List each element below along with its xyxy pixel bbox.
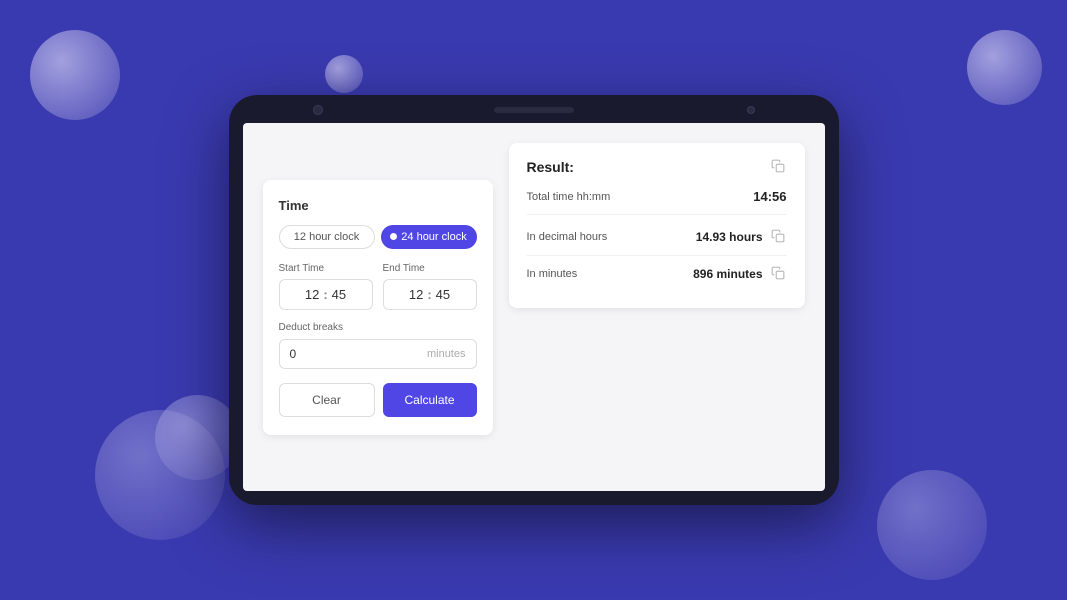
result-total-row: Total time hh:mm 14:56 — [527, 189, 787, 215]
deduct-value: 0 — [290, 347, 297, 361]
bg-decoration-3 — [967, 30, 1042, 105]
tablet-camera-right — [747, 106, 755, 114]
12-hour-clock-button[interactable]: 12 hour clock — [279, 225, 375, 249]
result-header: Result: — [527, 159, 787, 175]
deduct-unit: minutes — [427, 348, 466, 360]
end-time-label: End Time — [383, 263, 477, 274]
start-separator: : — [323, 287, 327, 302]
decimal-hours-right: 14.93 hours — [696, 229, 787, 245]
toggle-active-dot — [390, 233, 397, 240]
decimal-hours-label: In decimal hours — [527, 231, 608, 243]
bg-decoration-5 — [155, 395, 240, 480]
24-hour-label: 24 hour clock — [401, 231, 466, 243]
deduct-breaks-input[interactable]: 0 minutes — [279, 339, 477, 369]
tablet-speaker — [494, 107, 574, 113]
end-time-group: End Time 12 : 45 — [383, 263, 477, 310]
start-hours: 12 — [305, 287, 319, 302]
minutes-label: In minutes — [527, 268, 578, 280]
end-minutes: 45 — [436, 287, 450, 302]
start-minutes: 45 — [332, 287, 346, 302]
tablet-top-bar — [229, 95, 839, 123]
tablet-camera-left — [313, 105, 323, 115]
result-decimal-row: In decimal hours 14.93 hours — [527, 219, 787, 256]
bg-decoration-2 — [325, 55, 363, 93]
bg-decoration-1 — [30, 30, 120, 120]
copy-minutes-button[interactable] — [771, 266, 787, 282]
minutes-value: 896 minutes — [693, 267, 762, 281]
deduct-breaks-label: Deduct breaks — [279, 322, 477, 333]
copy-all-button[interactable] — [771, 159, 787, 175]
panel-title: Time — [279, 198, 477, 213]
end-time-input[interactable]: 12 : 45 — [383, 279, 477, 310]
total-time-value: 14:56 — [753, 189, 786, 204]
clear-button[interactable]: Clear — [279, 383, 375, 417]
action-buttons: Clear Calculate — [279, 383, 477, 417]
decimal-hours-value: 14.93 hours — [696, 230, 763, 244]
minutes-right: 896 minutes — [693, 266, 786, 282]
start-time-label: Start Time — [279, 263, 373, 274]
tablet-device: Time 12 hour clock 24 hour clock Start T… — [229, 95, 839, 505]
total-time-label: Total time hh:mm — [527, 191, 611, 203]
end-hours: 12 — [409, 287, 423, 302]
copy-decimal-button[interactable] — [771, 229, 787, 245]
time-inputs-row: Start Time 12 : 45 End Time 12 : 45 — [279, 263, 477, 310]
calculate-button[interactable]: Calculate — [383, 383, 477, 417]
right-panel: Result: Total time hh:mm 14:56 In decima… — [509, 143, 805, 308]
bg-decoration-6 — [877, 470, 987, 580]
tablet-screen: Time 12 hour clock 24 hour clock Start T… — [243, 123, 825, 491]
end-separator: : — [427, 287, 431, 302]
result-minutes-row: In minutes 896 minutes — [527, 256, 787, 292]
left-panel: Time 12 hour clock 24 hour clock Start T… — [263, 180, 493, 435]
start-time-input[interactable]: 12 : 45 — [279, 279, 373, 310]
start-time-group: Start Time 12 : 45 — [279, 263, 373, 310]
24-hour-clock-button[interactable]: 24 hour clock — [381, 225, 477, 249]
result-title: Result: — [527, 159, 574, 175]
clock-toggle: 12 hour clock 24 hour clock — [279, 225, 477, 249]
